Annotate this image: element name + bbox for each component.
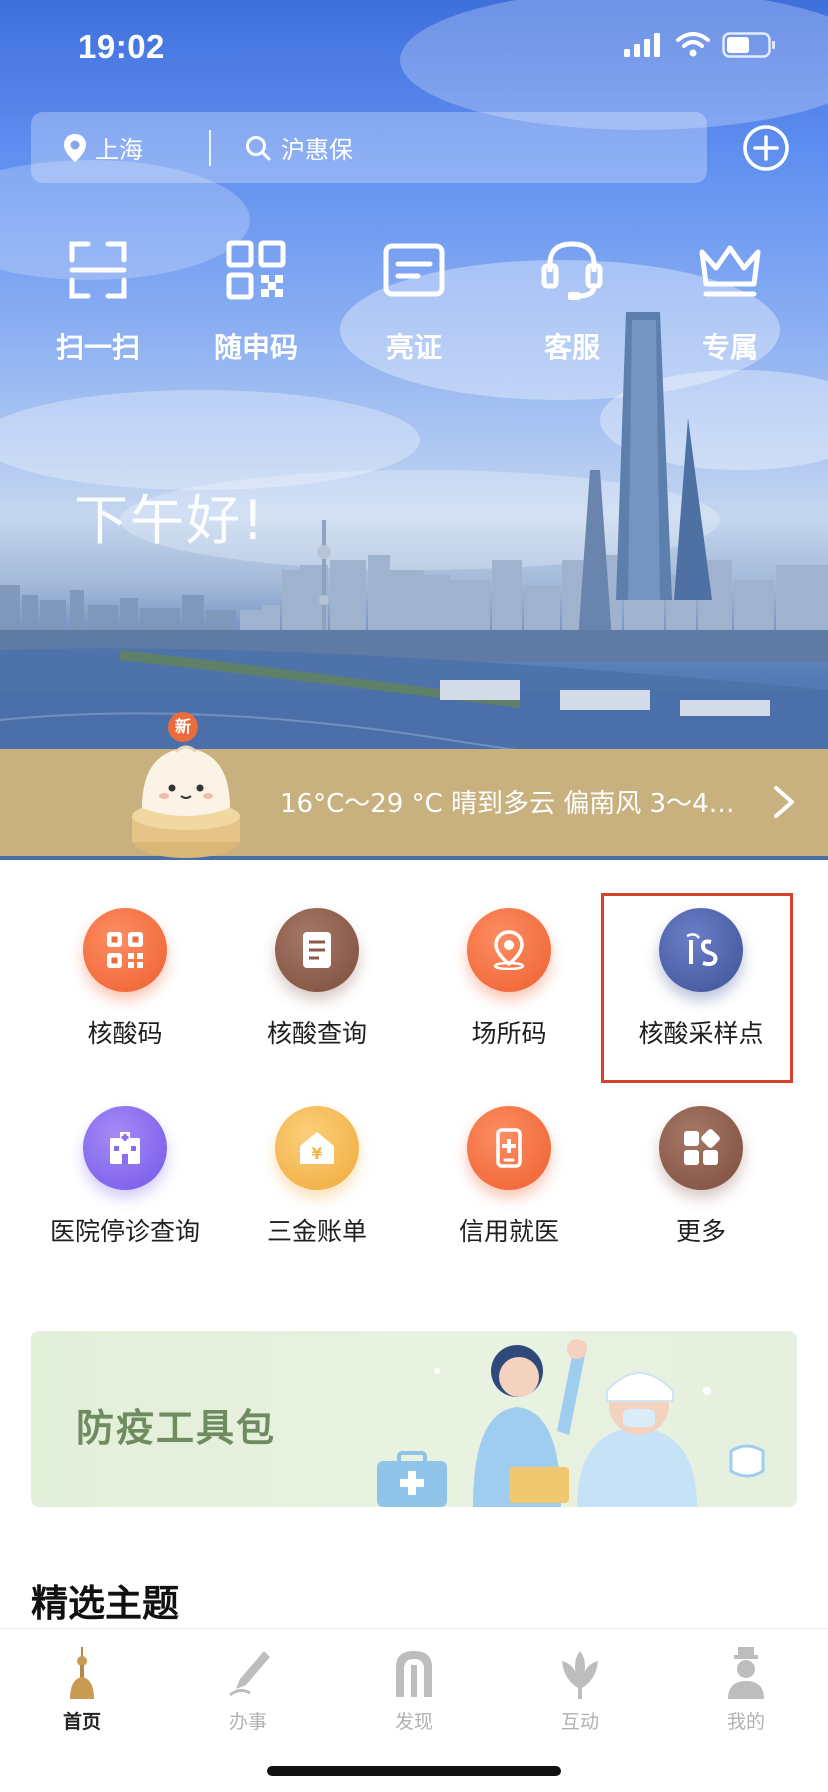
tab-label: 互动 (560, 1711, 599, 1733)
quick-action-label: 随申码 (213, 331, 298, 364)
tab-discover[interactable]: 发现 (354, 1647, 474, 1734)
location-pin-icon (467, 908, 551, 992)
highlight-box (601, 893, 793, 1083)
service-label: 场所码 (471, 1019, 547, 1048)
medical-workers-illustration (377, 1339, 765, 1507)
service-more[interactable]: 更多 (604, 1106, 798, 1248)
status-time: 19:02 (78, 28, 165, 65)
greeting-text: 下午好! (74, 489, 266, 552)
headset-icon (541, 241, 603, 300)
service-label: 更多 (675, 1217, 726, 1246)
quick-action-label: 专属 (701, 331, 758, 364)
service-label: 核酸查询 (266, 1019, 367, 1048)
quick-action-label: 客服 (543, 331, 600, 364)
medical-phone-icon (467, 1106, 551, 1190)
house-yuan-icon: ¥ (275, 1106, 359, 1190)
weather-strip[interactable]: 16°C～29 °C 晴到多云 偏南风 3～4… (0, 749, 828, 856)
quick-action-service[interactable]: 客服 (502, 238, 642, 366)
search-icon (246, 135, 271, 160)
search-input[interactable]: 沪惠保 (281, 130, 353, 165)
service-nucleic-code[interactable]: 核酸码 (28, 908, 222, 1050)
quick-action-label: 扫一扫 (55, 331, 140, 364)
service-hospital-closure[interactable]: 医院停诊查询 (28, 1106, 222, 1248)
status-bar: 19:02 (0, 0, 828, 96)
home-indicator[interactable] (267, 1766, 561, 1776)
tab-label: 发现 (394, 1711, 433, 1733)
search-bar[interactable]: 上海 沪惠保 (31, 112, 707, 183)
quick-action-exclusive[interactable]: 专属 (660, 238, 800, 366)
location-pin-icon (64, 133, 86, 162)
battery-icon (722, 32, 775, 58)
service-credit-medical[interactable]: 信用就医 (412, 1106, 606, 1248)
wifi-icon (676, 32, 710, 57)
qr-code-icon (226, 240, 286, 300)
tab-profile[interactable]: 我的 (686, 1647, 806, 1734)
quick-actions: 扫一扫 随申码 亮证 客服 专属 (0, 238, 828, 368)
crown-icon (699, 245, 761, 297)
qr-code-icon (83, 908, 167, 992)
scan-icon (69, 241, 127, 299)
new-badge: 新 (168, 712, 198, 742)
hospital-icon (83, 1106, 167, 1190)
svg-text:¥: ¥ (311, 1144, 322, 1163)
service-label: 三金账单 (266, 1217, 367, 1246)
person-icon (728, 1647, 764, 1699)
quick-action-id[interactable]: 亮证 (344, 238, 484, 366)
quick-action-scan[interactable]: 扫一扫 (28, 238, 168, 366)
home-tower-icon (70, 1647, 94, 1699)
tab-home[interactable]: 首页 (22, 1647, 142, 1734)
chevron-right-icon[interactable] (770, 782, 798, 822)
tab-label: 办事 (228, 1711, 267, 1733)
service-three-funds[interactable]: ¥ 三金账单 (220, 1106, 414, 1248)
section-title: 精选主题 (31, 1582, 179, 1625)
location-label: 上海 (95, 136, 143, 164)
service-nucleic-query[interactable]: 核酸查询 (220, 908, 414, 1050)
location-selector[interactable]: 上海 (31, 130, 191, 165)
cellular-signal-icon (624, 33, 660, 57)
quick-action-qr[interactable]: 随申码 (186, 238, 326, 366)
grid-more-icon (659, 1106, 743, 1190)
tab-interact[interactable]: 互动 (520, 1647, 640, 1734)
tab-label: 我的 (726, 1711, 765, 1733)
service-label: 核酸码 (87, 1019, 163, 1048)
search-divider (209, 129, 211, 166)
document-icon (275, 908, 359, 992)
tab-label: 首页 (62, 1711, 101, 1733)
service-label: 信用就医 (458, 1217, 559, 1246)
banner-title: 防疫工具包 (76, 1406, 277, 1450)
epidemic-toolkit-banner[interactable]: 防疫工具包 (31, 1331, 797, 1507)
service-label: 医院停诊查询 (49, 1217, 200, 1246)
tab-services[interactable]: 办事 (188, 1647, 308, 1734)
pen-icon (229, 1651, 270, 1697)
plus-circle-icon[interactable] (742, 124, 790, 172)
service-venue-code[interactable]: 场所码 (412, 908, 606, 1050)
hero-banner: 19:02 上海 沪惠保 扫一扫 随申码 亮证 客服 专属 下午好! 16°C～… (0, 0, 828, 860)
magnolia-icon (562, 1651, 598, 1699)
arch-icon (396, 1651, 432, 1697)
weather-text: 16°C～29 °C 晴到多云 偏南风 3～4… (280, 789, 735, 819)
status-icons (624, 32, 776, 58)
quick-action-label: 亮证 (385, 331, 442, 364)
id-card-icon (383, 243, 445, 297)
